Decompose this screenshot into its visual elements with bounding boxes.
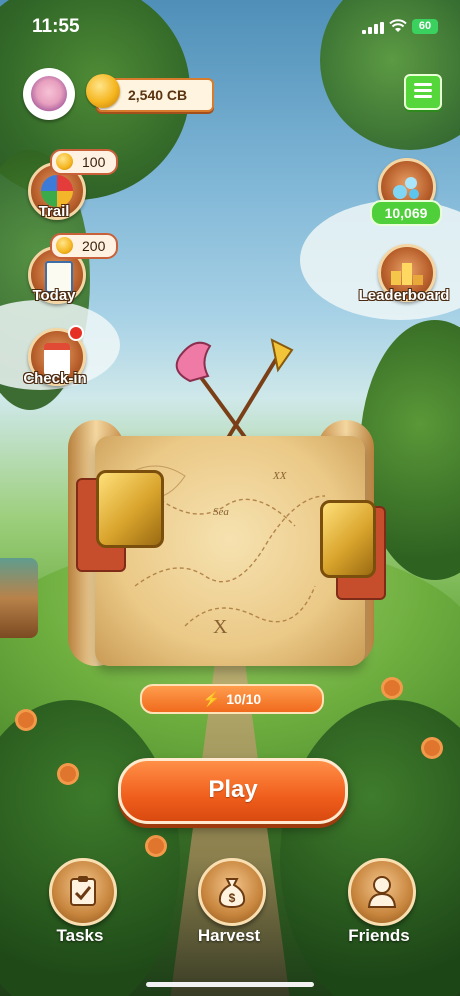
status-bar: 11:55 60 xyxy=(0,0,460,44)
home-indicator[interactable] xyxy=(146,982,314,987)
totem-decoration xyxy=(0,558,38,638)
avatar-image xyxy=(31,76,67,112)
flower-decoration xyxy=(18,712,34,728)
cellular-signal-icon xyxy=(362,22,384,34)
status-time: 11:55 xyxy=(32,16,80,37)
energy-value: 10/10 xyxy=(226,691,262,707)
scroll-clasp-left xyxy=(96,470,164,548)
user-icon xyxy=(367,876,397,908)
podium-icon xyxy=(391,261,423,285)
menu-button[interactable] xyxy=(404,74,442,110)
tasks-button[interactable] xyxy=(49,858,117,926)
flower-decoration xyxy=(424,740,440,756)
map-sea-label: Sea xyxy=(213,506,229,518)
trail-reward-badge: 100 xyxy=(50,149,118,175)
today-reward: 200 xyxy=(82,238,106,254)
scroll-clasp-right xyxy=(320,500,376,578)
coin-icon xyxy=(56,153,73,170)
tasks-label: Tasks xyxy=(56,926,104,945)
play-button[interactable]: Play xyxy=(118,758,348,824)
game-home-screen: 11:55 60 2,540 CB 100 Trail 200 Today Ch… xyxy=(0,0,460,996)
map-x-mark: X xyxy=(213,616,228,638)
money-bag-icon: $ xyxy=(218,878,246,909)
coin-icon xyxy=(56,237,73,254)
notification-dot xyxy=(68,325,84,341)
today-label: Today xyxy=(32,287,76,304)
energy-bar: ⚡ 10/10 xyxy=(140,684,324,714)
friends-label: Friends xyxy=(348,926,410,945)
clipboard-check-icon xyxy=(70,876,96,906)
flower-decoration xyxy=(148,838,164,854)
hamburger-menu-icon xyxy=(414,83,432,86)
avatar[interactable] xyxy=(23,68,75,120)
battery-level: 60 xyxy=(418,20,432,32)
svg-text:$: $ xyxy=(229,891,236,905)
today-reward-badge: 200 xyxy=(50,233,118,259)
flower-decoration xyxy=(60,766,76,782)
check-in-label: Check-in xyxy=(23,370,87,387)
leaderboard-label: Leaderboard xyxy=(358,287,450,304)
harvest-button[interactable]: $ xyxy=(198,858,266,926)
trail-reward: 100 xyxy=(82,154,106,170)
map-xx-mark: XX xyxy=(273,470,287,482)
score-value: 10,069 xyxy=(370,200,442,226)
lightning-icon: ⚡ xyxy=(202,691,221,707)
harvest-label: Harvest xyxy=(197,926,261,945)
bubbles-icon xyxy=(393,173,421,201)
trail-label: Trail xyxy=(38,203,70,220)
wifi-icon xyxy=(389,19,407,32)
flower-decoration xyxy=(384,680,400,696)
friends-button[interactable] xyxy=(348,858,416,926)
balance-value: 2,540 CB xyxy=(128,87,188,103)
coin-icon xyxy=(86,74,120,108)
battery-icon: 60 xyxy=(412,19,438,34)
